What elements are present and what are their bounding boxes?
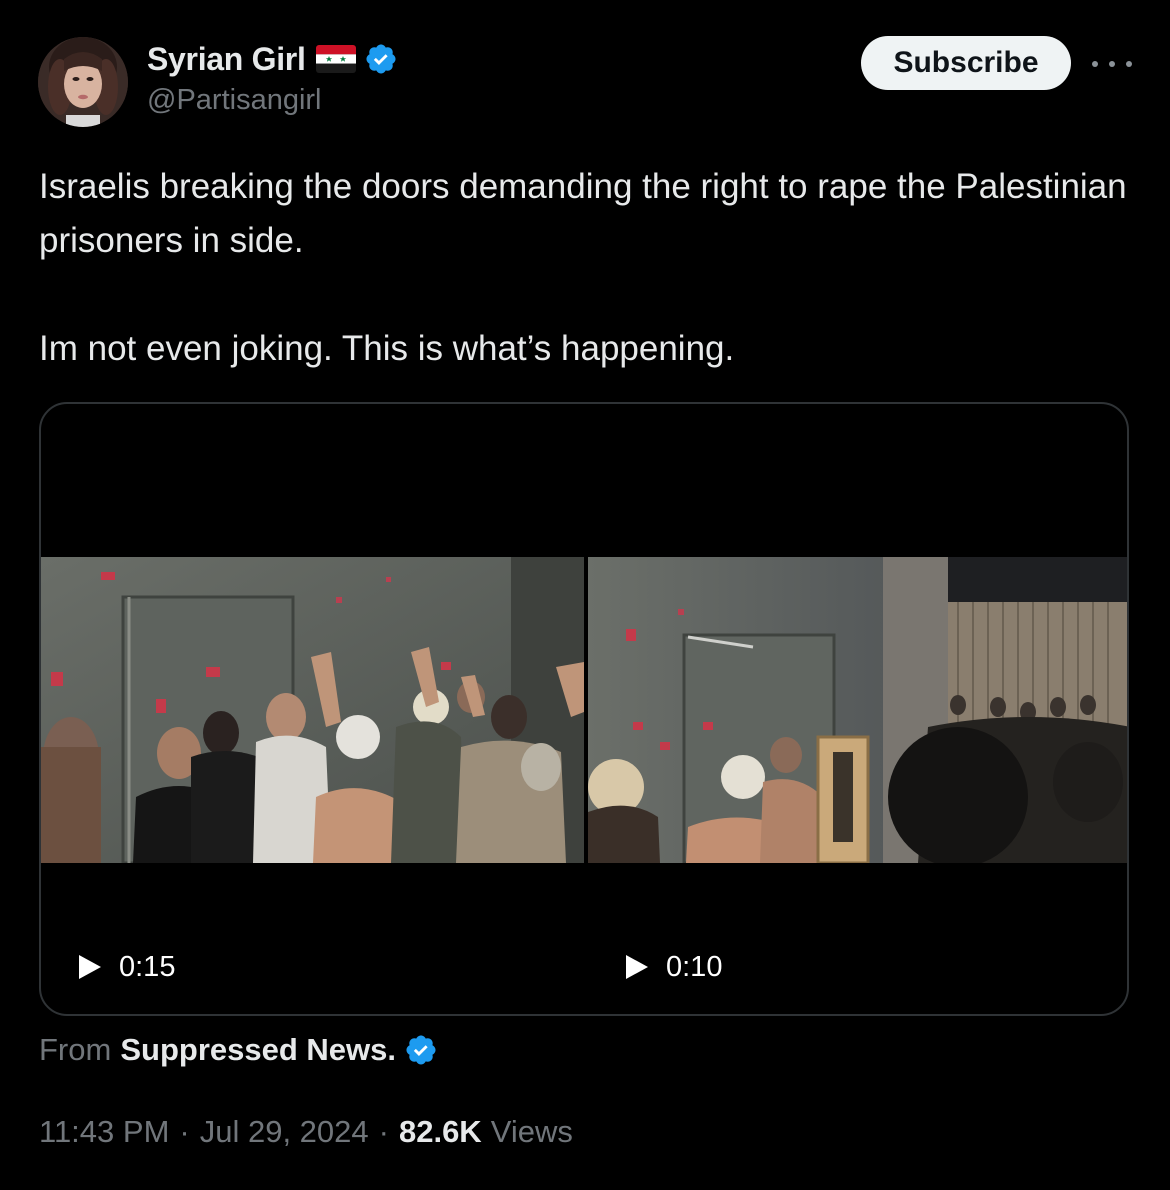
tweet-meta: 11:43 PM · Jul 29, 2024 · 82.6K Views	[39, 1110, 573, 1154]
views-label: Views	[490, 1114, 573, 1149]
author-name-row: Syrian Girl	[147, 38, 398, 80]
video-1-duration[interactable]: 0:15	[79, 949, 175, 985]
tweet-paragraph: Israelis breaking the doors demanding th…	[39, 167, 1127, 260]
video-thumbnail-1[interactable]	[41, 557, 584, 863]
tweet-text: Israelis breaking the doors demanding th…	[39, 160, 1129, 376]
verified-badge-icon	[364, 42, 398, 76]
duration-label: 0:10	[666, 950, 723, 983]
attribution-prefix: From	[39, 1032, 112, 1067]
tweet-date[interactable]: Jul 29, 2024	[200, 1114, 369, 1150]
author-handle[interactable]: @Partisangirl	[147, 84, 322, 117]
views-count: 82.6K	[398, 1114, 482, 1149]
meta-separator: ·	[378, 1114, 389, 1149]
play-icon	[79, 955, 101, 979]
avatar-image	[38, 37, 128, 127]
more-options-icon[interactable]	[1092, 50, 1132, 78]
tweet-card: Syrian Girl @Partisangirl Subscribe Isra…	[0, 0, 1170, 1190]
tweet-time[interactable]: 11:43 PM	[39, 1114, 169, 1150]
subscribe-button[interactable]: Subscribe	[861, 36, 1071, 90]
more-dot	[1092, 61, 1098, 67]
more-dot	[1126, 61, 1132, 67]
media-attribution: From Suppressed News.	[39, 1028, 438, 1072]
tweet-paragraph: Im not even joking. This is what’s happe…	[39, 329, 735, 368]
profile-avatar[interactable]	[38, 37, 128, 127]
meta-separator: ·	[179, 1114, 190, 1149]
syria-flag-icon	[315, 45, 356, 73]
verified-badge-icon	[404, 1033, 438, 1067]
author-display-name[interactable]: Syrian Girl	[147, 41, 306, 78]
video-2-duration[interactable]: 0:10	[626, 949, 722, 985]
media-container: 0:15 0:10	[39, 402, 1129, 1016]
video-thumbnail-2[interactable]	[588, 557, 1127, 863]
more-dot	[1109, 61, 1115, 67]
attribution-source-link[interactable]: Suppressed News.	[120, 1032, 396, 1068]
play-icon	[626, 955, 648, 979]
duration-label: 0:15	[119, 950, 176, 983]
